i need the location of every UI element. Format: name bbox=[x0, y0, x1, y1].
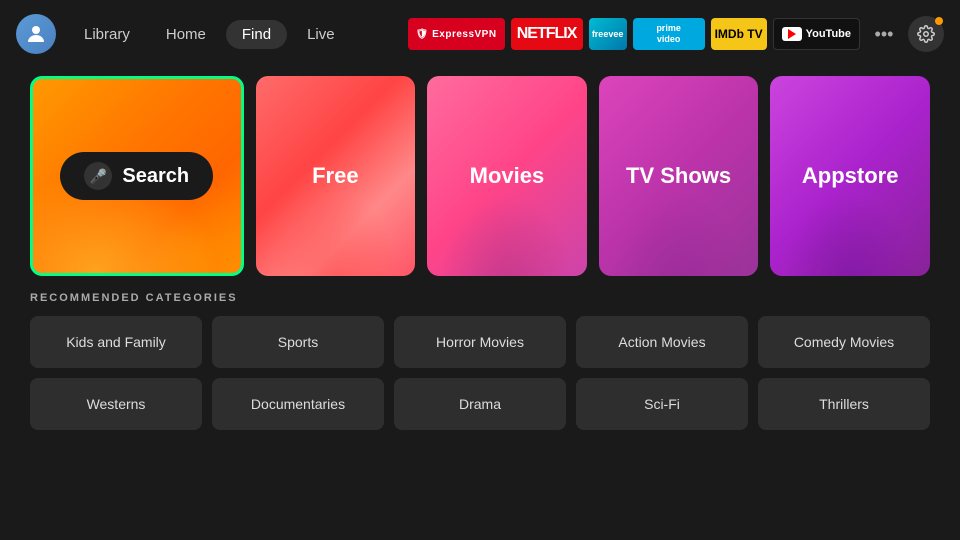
movies-label: Movies bbox=[470, 163, 545, 189]
tile-appstore[interactable]: Appstore bbox=[770, 76, 930, 276]
category-horror-movies[interactable]: Horror Movies bbox=[394, 316, 566, 368]
category-drama[interactable]: Drama bbox=[394, 378, 566, 430]
appstore-wave-decoration bbox=[770, 176, 930, 276]
app-youtube[interactable]: YouTube bbox=[773, 18, 860, 50]
tile-search[interactable]: 🎤 Search bbox=[30, 76, 244, 276]
tile-movies[interactable]: Movies bbox=[427, 76, 587, 276]
tiles-section: 🎤 Search Free Movies TV Shows Appstore bbox=[0, 76, 960, 276]
nav-links: Library Home Find Live bbox=[68, 20, 351, 49]
appstore-label: Appstore bbox=[802, 163, 899, 189]
app-netflix[interactable]: NETFLIX bbox=[511, 18, 583, 50]
netflix-label: NETFLIX bbox=[517, 25, 577, 43]
tvshows-wave-decoration bbox=[599, 176, 759, 276]
expressvpn-label: 🛡 ExpressVPN bbox=[416, 29, 497, 40]
nav-live[interactable]: Live bbox=[291, 20, 351, 49]
category-sports[interactable]: Sports bbox=[212, 316, 384, 368]
app-prime[interactable]: primevideo bbox=[633, 18, 705, 50]
category-sci-fi[interactable]: Sci-Fi bbox=[576, 378, 748, 430]
youtube-icon bbox=[782, 27, 802, 41]
search-button[interactable]: 🎤 Search bbox=[60, 152, 213, 200]
prime-label: primevideo bbox=[656, 23, 681, 45]
app-freevee[interactable]: freevee bbox=[589, 18, 627, 50]
categories-title: RECOMMENDED CATEGORIES bbox=[30, 292, 930, 304]
category-documentaries[interactable]: Documentaries bbox=[212, 378, 384, 430]
top-nav: Library Home Find Live 🛡 ExpressVPN NETF… bbox=[0, 0, 960, 68]
mic-icon: 🎤 bbox=[84, 162, 112, 190]
nav-find[interactable]: Find bbox=[226, 20, 287, 49]
movies-wave-decoration bbox=[427, 176, 587, 276]
free-wave-decoration bbox=[256, 176, 416, 276]
tile-free[interactable]: Free bbox=[256, 76, 416, 276]
category-action-movies[interactable]: Action Movies bbox=[576, 316, 748, 368]
settings-button[interactable] bbox=[908, 16, 944, 52]
app-expressvpn[interactable]: 🛡 ExpressVPN bbox=[408, 18, 505, 50]
nav-library[interactable]: Library bbox=[68, 20, 146, 49]
user-avatar[interactable] bbox=[16, 14, 56, 54]
category-thrillers[interactable]: Thrillers bbox=[758, 378, 930, 430]
category-comedy-movies[interactable]: Comedy Movies bbox=[758, 316, 930, 368]
category-westerns[interactable]: Westerns bbox=[30, 378, 202, 430]
free-label: Free bbox=[312, 163, 358, 189]
more-button[interactable]: ••• bbox=[866, 18, 902, 50]
app-imdb[interactable]: IMDb TV bbox=[711, 18, 767, 50]
category-kids-family[interactable]: Kids and Family bbox=[30, 316, 202, 368]
tiles-row: 🎤 Search Free Movies TV Shows Appstore bbox=[30, 76, 930, 276]
youtube-label: YouTube bbox=[806, 28, 851, 40]
freevee-label: freevee bbox=[592, 29, 624, 39]
search-label: Search bbox=[122, 165, 189, 188]
app-shortcuts: 🛡 ExpressVPN NETFLIX freevee primevideo … bbox=[408, 16, 944, 52]
tvshows-label: TV Shows bbox=[626, 163, 731, 189]
imdb-label: IMDb TV bbox=[715, 27, 763, 41]
category-grid: Kids and Family Sports Horror Movies Act… bbox=[30, 316, 930, 430]
nav-home[interactable]: Home bbox=[150, 20, 222, 49]
tile-tvshows[interactable]: TV Shows bbox=[599, 76, 759, 276]
categories-section: RECOMMENDED CATEGORIES Kids and Family S… bbox=[0, 276, 960, 430]
